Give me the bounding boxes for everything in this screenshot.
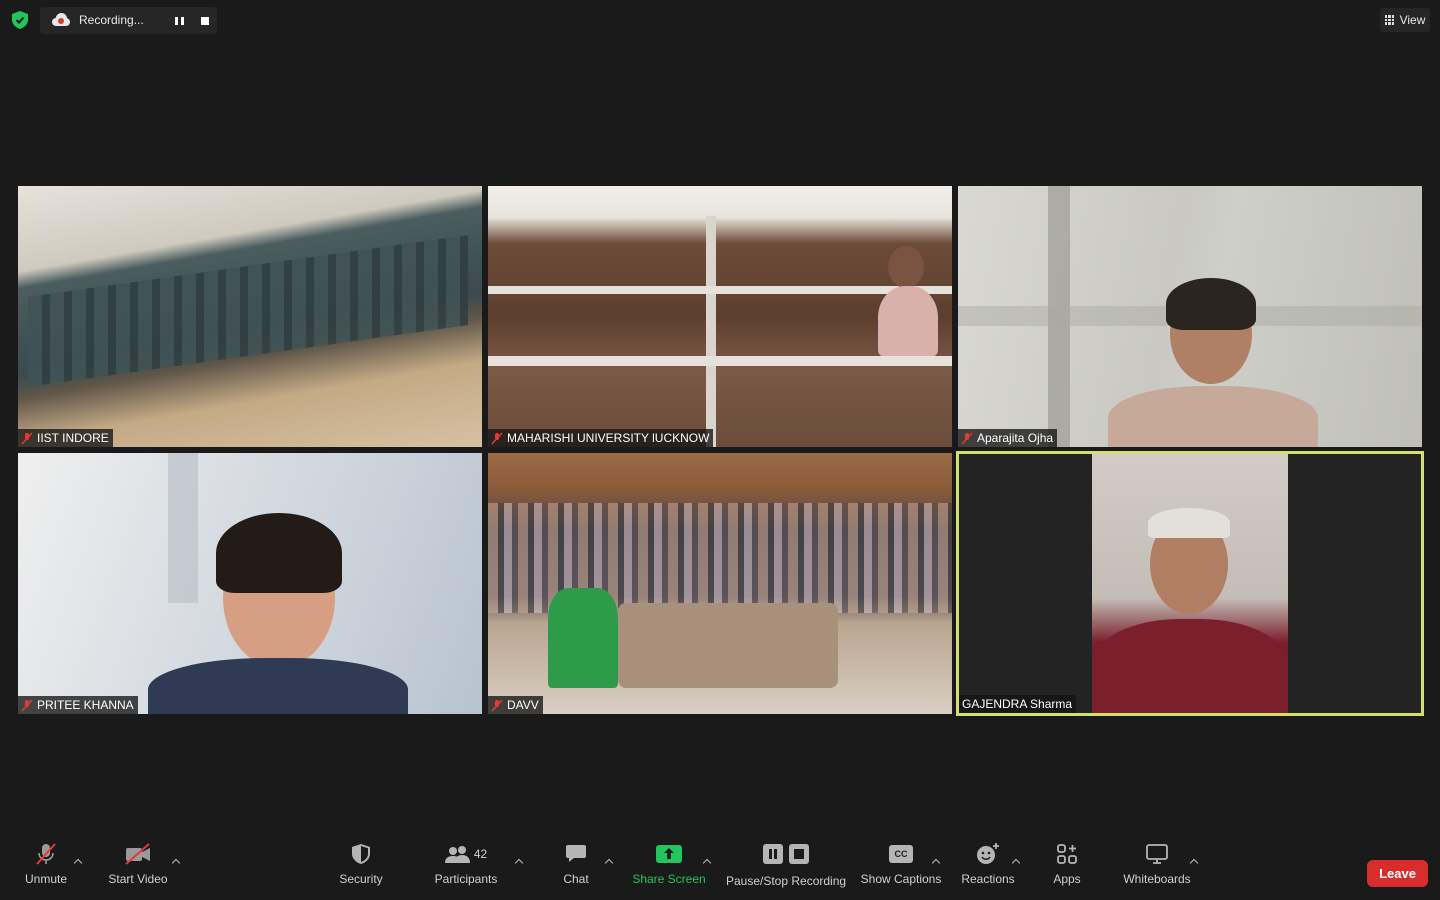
start-video-button[interactable]: Start Video [108, 836, 168, 886]
start-video-label: Start Video [108, 872, 168, 886]
pause-recording-button[interactable] [173, 15, 185, 27]
apps-icon [1057, 844, 1077, 864]
security-shield-icon[interactable] [12, 11, 28, 29]
unmute-label: Unmute [24, 872, 68, 886]
pause-icon [763, 844, 783, 864]
participants-label: Participants [434, 872, 498, 886]
unmute-button[interactable]: Unmute [23, 836, 69, 886]
meeting-toolbar: Unmute Start Video Security 42 Participa… [0, 836, 1440, 900]
smiley-plus-icon [977, 843, 999, 864]
video-tile-maharishi-university[interactable]: MAHARISHI UNIVERSITY lUCKNOW [488, 186, 952, 447]
cloud-recording-icon [52, 13, 70, 26]
share-screen-button[interactable]: Share Screen [632, 836, 706, 886]
show-captions-button[interactable]: CC Show Captions [861, 836, 941, 886]
video-off-icon [125, 843, 150, 865]
share-screen-label: Share Screen [632, 872, 706, 886]
chat-bubble-icon [566, 845, 586, 862]
share-screen-icon [656, 845, 682, 863]
participant-name-tag: DAVV [488, 696, 543, 714]
video-tile-gajendra-sharma-active-speaker[interactable]: GAJENDRA Sharma [956, 451, 1424, 716]
participant-name-tag: IIST INDORE [18, 429, 113, 447]
chat-label: Chat [563, 872, 589, 886]
participant-name: MAHARISHI UNIVERSITY lUCKNOW [507, 431, 710, 445]
recording-indicator: Recording... [40, 7, 217, 34]
participants-count: 42 [473, 847, 488, 861]
participants-options-chevron-icon[interactable] [515, 860, 523, 866]
mic-muted-icon [491, 698, 503, 712]
security-button[interactable]: Security [338, 836, 384, 886]
participant-name-tag: Aparajita Ojha [958, 429, 1058, 447]
pause-stop-recording-button[interactable]: Pause/Stop Recording [725, 836, 847, 888]
video-tile-pritee-khanna[interactable]: PRITEE KHANNA [18, 453, 482, 714]
grid-view-icon [1384, 15, 1395, 25]
whiteboards-label: Whiteboards [1123, 872, 1191, 886]
audio-options-chevron-icon[interactable] [74, 860, 82, 866]
view-button[interactable]: View [1380, 8, 1430, 32]
show-captions-label: Show Captions [860, 872, 942, 886]
leave-button[interactable]: Leave [1367, 860, 1428, 887]
stop-icon [789, 844, 809, 864]
participants-button[interactable]: 42 Participants [435, 836, 497, 886]
participant-name-tag: PRITEE KHANNA [18, 696, 138, 714]
video-tile-iist-indore[interactable]: IIST INDORE [18, 186, 482, 447]
video-tile-davv[interactable]: DAVV [488, 453, 952, 714]
participant-name: DAVV [507, 698, 539, 712]
whiteboards-button[interactable]: Whiteboards [1122, 836, 1192, 886]
mic-muted-icon [961, 431, 973, 445]
participant-video-feed [1092, 454, 1288, 713]
reactions-button[interactable]: Reactions [961, 836, 1015, 886]
reactions-label: Reactions [961, 872, 1015, 886]
security-label: Security [339, 872, 383, 886]
chat-button[interactable]: Chat [561, 836, 591, 886]
pause-stop-recording-label: Pause/Stop Recording [725, 874, 847, 888]
stop-recording-button[interactable] [199, 15, 211, 27]
video-tile-aparajita-ojha[interactable]: Aparajita Ojha [958, 186, 1422, 447]
mic-muted-icon [21, 431, 33, 445]
mic-muted-icon [21, 698, 33, 712]
whiteboard-icon [1146, 844, 1168, 864]
participant-name-tag: MAHARISHI UNIVERSITY lUCKNOW [488, 429, 714, 447]
participant-name: Aparajita Ojha [977, 431, 1054, 445]
video-options-chevron-icon[interactable] [172, 860, 180, 866]
captions-options-chevron-icon[interactable] [932, 860, 940, 866]
participant-name: GAJENDRA Sharma [962, 697, 1073, 711]
view-label: View [1399, 13, 1426, 27]
recording-status-text: Recording... [79, 13, 144, 27]
chat-options-chevron-icon[interactable] [605, 860, 613, 866]
reactions-options-chevron-icon[interactable] [1012, 860, 1020, 866]
share-options-chevron-icon[interactable] [703, 860, 711, 866]
mic-muted-icon [491, 431, 503, 445]
whiteboards-options-chevron-icon[interactable] [1190, 860, 1198, 866]
participant-name-tag: GAJENDRA Sharma [959, 695, 1077, 713]
participant-name: PRITEE KHANNA [37, 698, 134, 712]
participants-icon [444, 846, 470, 863]
captions-icon-text: CC [894, 849, 908, 859]
apps-label: Apps [1053, 872, 1081, 886]
microphone-muted-icon [36, 843, 56, 865]
closed-captions-icon: CC [889, 845, 913, 863]
participant-name: IIST INDORE [37, 431, 109, 445]
apps-button[interactable]: Apps [1052, 836, 1082, 886]
shield-icon [352, 844, 370, 864]
